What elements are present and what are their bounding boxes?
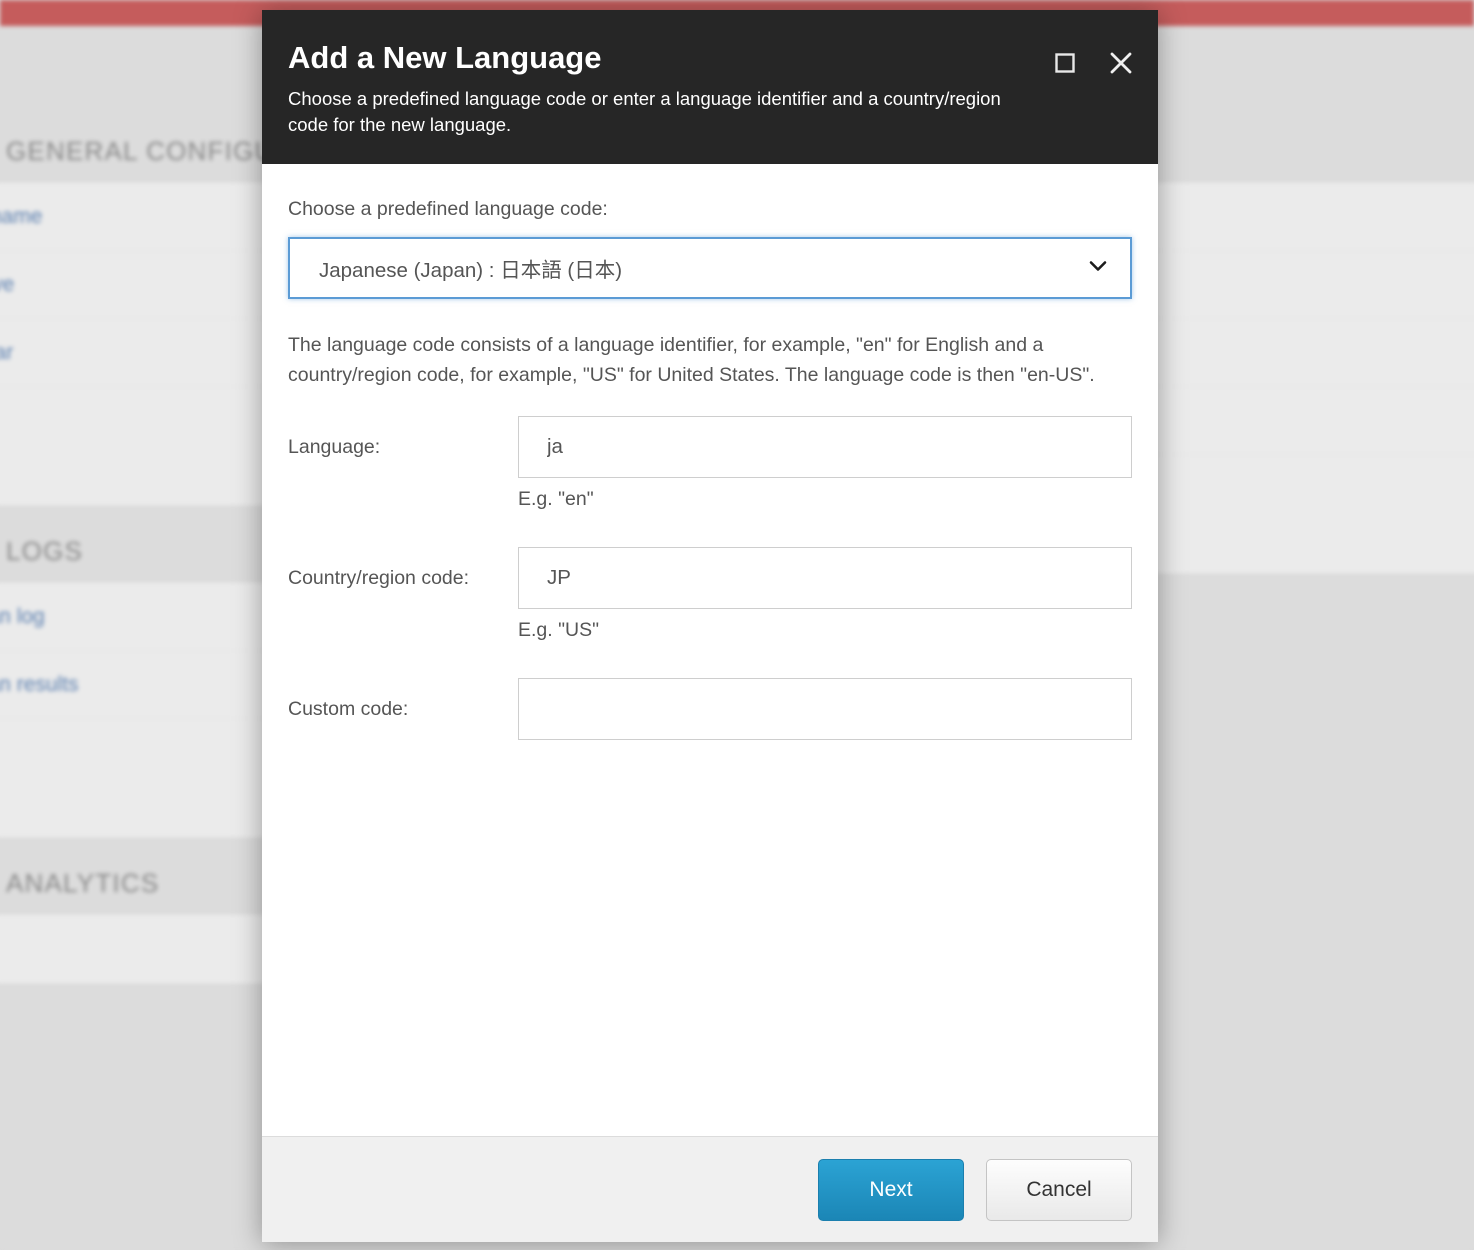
chevron-down-icon	[1086, 254, 1110, 283]
country-field-row: Country/region code:	[288, 547, 1132, 610]
custom-code-input[interactable]	[518, 678, 1132, 741]
predefined-language-selected-value: Japanese (Japan) : 日本語 (日本)	[319, 259, 623, 283]
country-field-hint: E.g. "US"	[518, 619, 600, 642]
language-field-row: Language:	[288, 416, 1132, 479]
language-code-form: Language: E.g. "en" Country/region code:…	[288, 416, 1132, 741]
custom-code-field-label: Custom code:	[288, 697, 409, 720]
window-buttons	[1050, 48, 1136, 78]
add-language-dialog: Add a New Language Choose a predefined l…	[262, 10, 1158, 1242]
custom-code-field-row: Custom code:	[288, 678, 1132, 741]
dialog-subtitle: Choose a predefined language code or ent…	[288, 87, 1001, 135]
language-field-hint: E.g. "en"	[518, 488, 594, 511]
dialog-header: Add a New Language Choose a predefined l…	[262, 10, 1158, 165]
country-region-code-input[interactable]	[518, 547, 1132, 610]
cancel-button[interactable]: Cancel	[986, 1158, 1132, 1221]
language-field-label: Language:	[288, 435, 381, 458]
next-button[interactable]: Next	[818, 1158, 964, 1221]
dialog-footer: Next Cancel	[262, 1136, 1158, 1242]
predefined-language-select[interactable]: Japanese (Japan) : 日本語 (日本)	[288, 237, 1132, 300]
predefined-language-label: Choose a predefined language code:	[288, 198, 608, 221]
dialog-body: Choose a predefined language code: Japan…	[262, 164, 1158, 1136]
maximize-icon[interactable]	[1050, 48, 1080, 78]
language-code-helper-text: The language code consists of a language…	[288, 334, 1095, 386]
language-input[interactable]	[518, 416, 1132, 479]
country-field-label: Country/region code:	[288, 566, 470, 589]
dialog-title: Add a New Language	[288, 40, 602, 75]
close-icon[interactable]	[1106, 48, 1136, 78]
